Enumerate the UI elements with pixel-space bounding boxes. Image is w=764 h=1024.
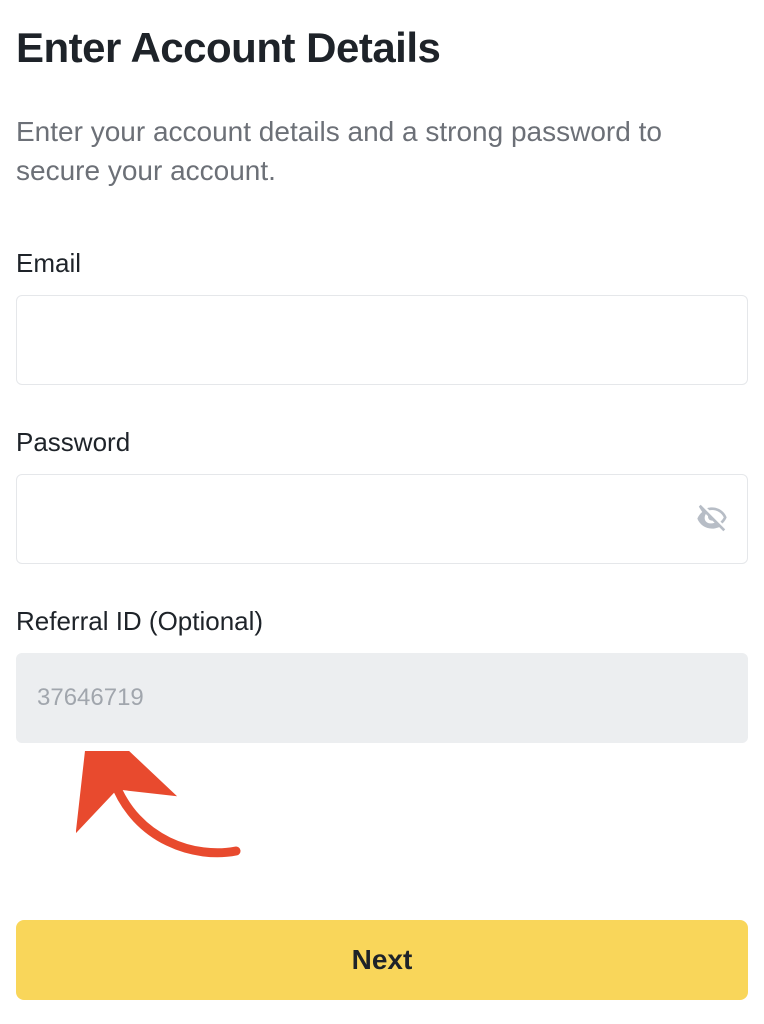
eye-off-icon <box>696 502 728 537</box>
referral-group: Referral ID (Optional) <box>16 606 748 743</box>
referral-field[interactable] <box>16 653 748 743</box>
page-title: Enter Account Details <box>16 24 748 72</box>
referral-input-wrap <box>16 653 748 743</box>
spacer <box>16 871 748 920</box>
email-input-wrap <box>16 295 748 385</box>
email-label: Email <box>16 248 748 279</box>
account-details-form: Enter Account Details Enter your account… <box>0 0 764 1024</box>
email-field[interactable] <box>16 295 748 385</box>
password-field[interactable] <box>16 474 748 564</box>
password-label: Password <box>16 427 748 458</box>
password-group: Password <box>16 427 748 564</box>
annotation-arrow <box>16 751 748 871</box>
referral-label: Referral ID (Optional) <box>16 606 748 637</box>
page-subtitle: Enter your account details and a strong … <box>16 112 748 190</box>
email-group: Email <box>16 248 748 385</box>
next-button[interactable]: Next <box>16 920 748 1000</box>
toggle-password-visibility-button[interactable] <box>694 501 730 537</box>
password-input-wrap <box>16 474 748 564</box>
